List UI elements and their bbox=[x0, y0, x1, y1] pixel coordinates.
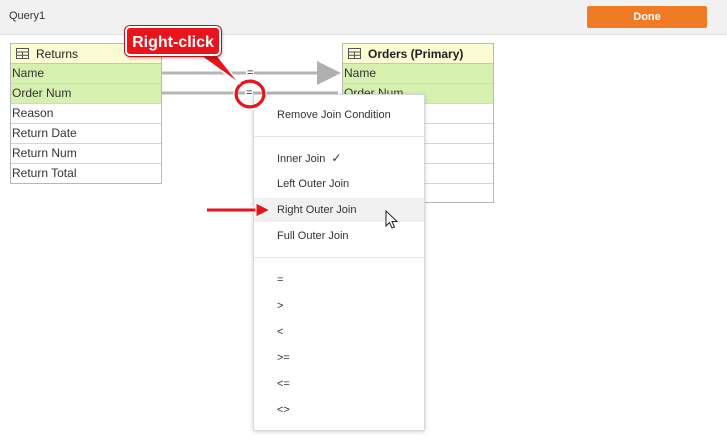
menu-item-inner-join[interactable]: Inner Join ✓ bbox=[254, 146, 424, 170]
join-operator-name[interactable]: = bbox=[246, 67, 255, 79]
field-row[interactable]: Order Num bbox=[11, 84, 161, 104]
table-icon bbox=[16, 48, 29, 59]
returns-table[interactable]: Returns Name Order Num Reason Return Dat… bbox=[10, 43, 162, 184]
join-context-menu: Remove Join Condition Inner Join ✓ Left O… bbox=[253, 94, 425, 431]
menu-divider bbox=[254, 136, 424, 137]
field-row[interactable]: Return Total bbox=[11, 164, 161, 183]
field-row[interactable]: Return Date bbox=[11, 124, 161, 144]
menu-item-op-equal[interactable]: = bbox=[254, 268, 424, 292]
orders-table-title: Orders (Primary) bbox=[368, 46, 464, 61]
checkmark-icon: ✓ bbox=[331, 151, 342, 165]
menu-item-right-outer-join[interactable]: Right Outer Join bbox=[254, 198, 424, 222]
field-row[interactable]: Name bbox=[11, 64, 161, 84]
menu-item-op-greater-equal[interactable]: >= bbox=[254, 346, 424, 370]
field-row[interactable]: Reason bbox=[11, 104, 161, 124]
orders-table-header[interactable]: Orders (Primary) bbox=[343, 44, 493, 64]
menu-item-full-outer-join[interactable]: Full Outer Join bbox=[254, 224, 424, 248]
menu-item-op-not-equal[interactable]: <> bbox=[254, 398, 424, 422]
menu-item-op-less[interactable]: < bbox=[254, 320, 424, 344]
returns-table-title: Returns bbox=[36, 46, 79, 61]
field-row[interactable]: Return Num bbox=[11, 144, 161, 164]
field-row[interactable]: Name bbox=[343, 64, 493, 84]
menu-item-op-greater[interactable]: > bbox=[254, 294, 424, 318]
menu-item-remove-join[interactable]: Remove Join Condition bbox=[254, 103, 424, 127]
menu-divider bbox=[254, 257, 424, 258]
right-click-callout: Right-click bbox=[125, 26, 221, 56]
menu-item-op-less-equal[interactable]: <= bbox=[254, 372, 424, 396]
menu-item-left-outer-join[interactable]: Left Outer Join bbox=[254, 172, 424, 196]
table-icon bbox=[348, 48, 361, 59]
menu-item-label: Inner Join bbox=[277, 153, 326, 165]
